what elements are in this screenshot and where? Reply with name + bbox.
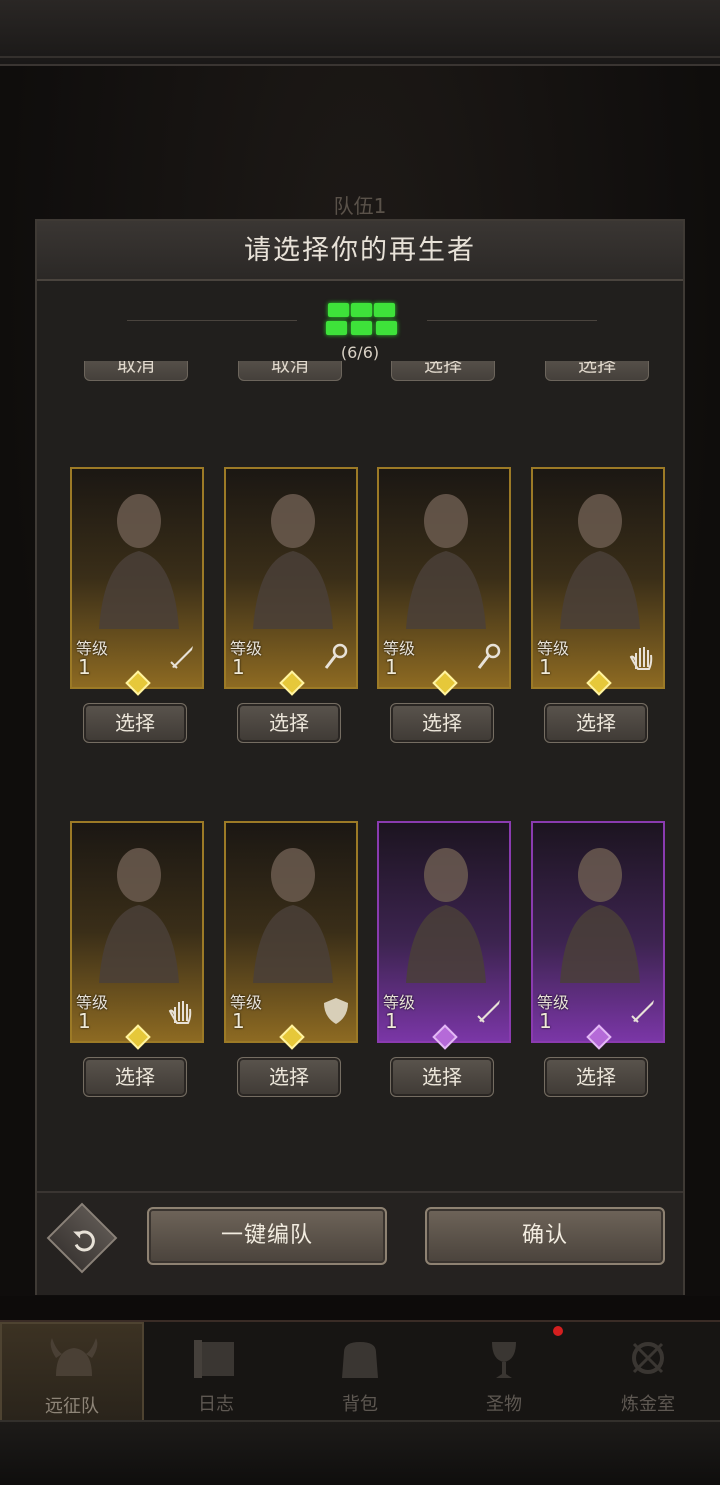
- select-button[interactable]: 选择: [390, 1057, 494, 1097]
- hero-portrait: [253, 848, 333, 983]
- notification-dot: [553, 1326, 563, 1336]
- nav-label: 背包: [342, 1394, 378, 1415]
- level-value: 1: [78, 1009, 91, 1033]
- divider-right: [427, 320, 597, 321]
- hand-icon: [168, 1001, 192, 1024]
- modal-footer: 一键编队 确认: [37, 1191, 683, 1295]
- sword-icon: [170, 646, 193, 669]
- sword-icon: [477, 1000, 500, 1023]
- auto-team-button[interactable]: 一键编队: [147, 1207, 387, 1265]
- background-team-label: 队伍1: [333, 194, 387, 218]
- alchemy-icon: [632, 1342, 664, 1374]
- scroll-icon: [194, 1340, 234, 1378]
- rarity-gem: [125, 1024, 151, 1050]
- hero-card[interactable]: 等级 1: [70, 821, 204, 1050]
- level-value: 1: [385, 1009, 398, 1033]
- hero-card[interactable]: 等级 1: [531, 467, 665, 696]
- select-button[interactable]: 选择: [237, 703, 341, 743]
- hero-portrait: [560, 494, 640, 629]
- rarity-gem: [586, 670, 612, 696]
- level-value: 1: [78, 655, 91, 679]
- hero-card[interactable]: 等级 1: [377, 467, 511, 696]
- hero-portrait: [406, 848, 486, 983]
- hero-card[interactable]: 等级 1: [224, 467, 358, 696]
- hero-portrait: [406, 494, 486, 629]
- confirm-button[interactable]: 确认: [425, 1207, 665, 1265]
- scrolled-row: 取消 取消 选择 选择: [37, 361, 683, 387]
- select-button[interactable]: 选择: [545, 361, 649, 381]
- rarity-gem: [279, 1024, 305, 1050]
- hero-portrait: [560, 848, 640, 983]
- level-value: 1: [232, 655, 245, 679]
- hero-portrait: [253, 494, 333, 629]
- select-button[interactable]: 选择: [391, 361, 495, 381]
- nav-item[interactable]: 背包: [288, 1322, 432, 1422]
- team-slots-icon: [326, 303, 398, 339]
- divider-left: [127, 320, 297, 321]
- nav-label: 日志: [198, 1394, 234, 1415]
- level-value: 1: [539, 1009, 552, 1033]
- nav-label: 远征队: [45, 1396, 99, 1417]
- select-button[interactable]: 选择: [390, 703, 494, 743]
- modal-header: 请选择你的再生者: [37, 221, 683, 281]
- sword-icon: [631, 1000, 654, 1023]
- hero-card[interactable]: 等级 1: [224, 821, 358, 1050]
- select-button[interactable]: 选择: [544, 703, 648, 743]
- rarity-gem: [432, 670, 458, 696]
- hero-card[interactable]: 等级 1: [531, 821, 665, 1050]
- nav-item[interactable]: 炼金室: [576, 1322, 720, 1422]
- rarity-gem: [125, 670, 151, 696]
- modal-title: 请选择你的再生者: [244, 235, 476, 266]
- viking-helmet-icon: [50, 1338, 98, 1376]
- select-button[interactable]: 选择: [83, 1057, 187, 1097]
- hero-select-modal: 请选择你的再生者 (6/6) 取消 取消 选择 选择 等级 1 选择 等级 1 选择 等级 1…: [35, 219, 685, 1295]
- cancel-button[interactable]: 取消: [84, 361, 188, 381]
- nav-label: 炼金室: [621, 1394, 675, 1415]
- nav-item[interactable]: 圣物: [432, 1322, 576, 1422]
- staff-icon: [324, 643, 348, 669]
- hero-portrait: [99, 494, 179, 629]
- nav-item[interactable]: 远征队: [0, 1322, 144, 1422]
- selection-count: (6/6): [340, 343, 380, 362]
- rarity-gem: [432, 1024, 458, 1050]
- nav-item[interactable]: 日志: [144, 1322, 288, 1422]
- shield-icon: [324, 998, 348, 1024]
- hero-card[interactable]: 等级 1: [377, 821, 511, 1050]
- rarity-gem: [586, 1024, 612, 1050]
- select-button[interactable]: 选择: [544, 1057, 648, 1097]
- select-button[interactable]: 选择: [83, 703, 187, 743]
- reset-button[interactable]: [46, 1202, 118, 1274]
- level-value: 1: [232, 1009, 245, 1033]
- undo-icon: [73, 1230, 95, 1252]
- bottom-edge: [0, 1420, 720, 1485]
- bottom-nav: 远征队 日志 背包 圣物 炼金室: [0, 1320, 720, 1422]
- staff-icon: [477, 643, 501, 669]
- rarity-gem: [279, 670, 305, 696]
- level-value: 1: [385, 655, 398, 679]
- bag-icon: [342, 1342, 378, 1378]
- level-value: 1: [539, 655, 552, 679]
- hand-icon: [629, 647, 653, 670]
- chalice-icon: [492, 1342, 516, 1378]
- hero-card[interactable]: 等级 1: [70, 467, 204, 696]
- top-bar: [0, 0, 720, 66]
- nav-label: 圣物: [486, 1394, 522, 1415]
- cancel-button[interactable]: 取消: [238, 361, 342, 381]
- select-button[interactable]: 选择: [237, 1057, 341, 1097]
- hero-portrait: [99, 848, 179, 983]
